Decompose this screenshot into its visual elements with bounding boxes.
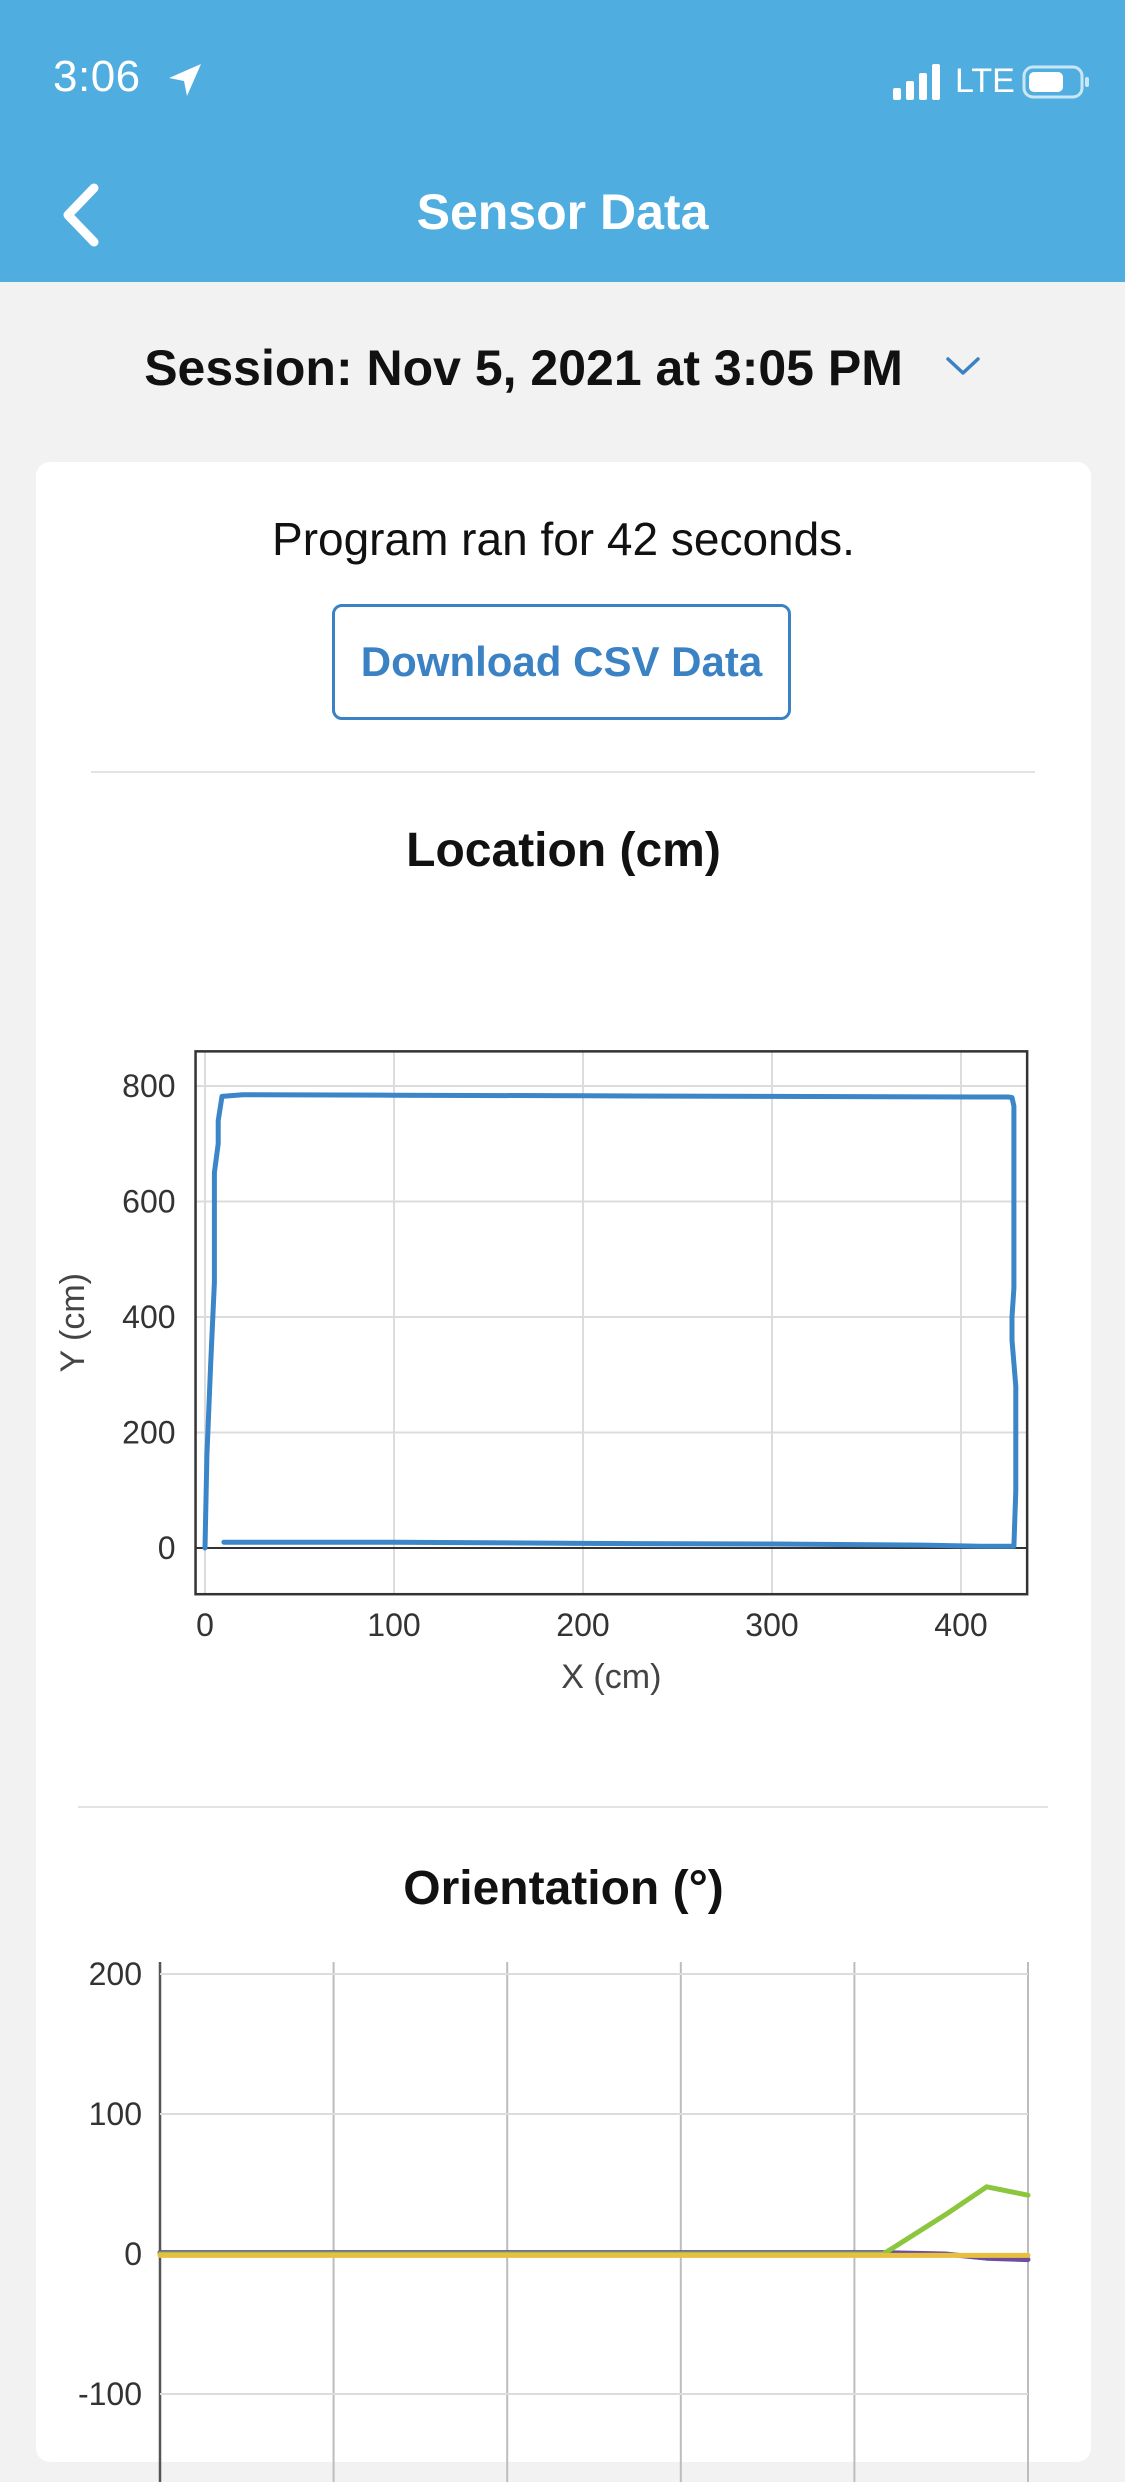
cellular-signal-icon bbox=[893, 64, 940, 100]
y-tick-label: 600 bbox=[122, 1184, 175, 1220]
y-tick-label: 200 bbox=[89, 1962, 142, 1992]
y-tick-label: -100 bbox=[78, 2376, 142, 2412]
y-tick-label: 400 bbox=[122, 1299, 175, 1335]
page-title: Sensor Data bbox=[416, 184, 709, 240]
battery-icon bbox=[1022, 65, 1089, 99]
location-chart: 0 100 200 300 400 0 200 400 600 800 X (cm) Y (cm) bbox=[54, 1050, 1029, 1696]
y-tick-label: 0 bbox=[124, 2236, 142, 2272]
location-chart-title: Location (cm) bbox=[406, 824, 721, 877]
x-tick-label: 400 bbox=[934, 1607, 987, 1643]
status-time: 3:06 bbox=[53, 52, 141, 101]
location-y-axis-label: Y (cm) bbox=[54, 1273, 92, 1372]
location-grid bbox=[195, 1051, 1028, 1595]
location-series bbox=[202, 1092, 1019, 1551]
orientation-axes: -100 0 100 200 bbox=[78, 1962, 142, 2412]
y-tick-label: 100 bbox=[89, 2096, 142, 2132]
app-header: 3:06 LTE Sensor Data bbox=[0, 0, 1125, 282]
orientation-chart-title: Orientation (°) bbox=[403, 1862, 724, 1915]
location-axes: 0 100 200 300 400 0 200 400 600 800 bbox=[122, 1050, 1029, 1643]
divider bbox=[91, 771, 1035, 773]
plot-frame bbox=[194, 1050, 1029, 1596]
location-path-line bbox=[202, 1092, 1019, 1551]
x-tick-label: 200 bbox=[556, 1607, 609, 1643]
session-label: Session: Nov 5, 2021 at 3:05 PM bbox=[144, 340, 903, 396]
x-tick-label: 100 bbox=[367, 1607, 420, 1643]
location-arrow-icon bbox=[169, 64, 201, 96]
download-csv-button[interactable]: Download CSV Data bbox=[332, 604, 791, 720]
y-tick-label: 200 bbox=[122, 1415, 175, 1451]
orientation-grid bbox=[158, 1962, 1029, 2482]
x-tick-label: 0 bbox=[196, 1607, 214, 1643]
y-tick-label: 800 bbox=[122, 1068, 175, 1104]
y-tick-label: 0 bbox=[158, 1530, 176, 1566]
orientation-series-line-2 bbox=[157, 2184, 1031, 2257]
run-duration-text: Program ran for 42 seconds. bbox=[272, 513, 855, 565]
session-selector[interactable]: Session: Nov 5, 2021 at 3:05 PM bbox=[0, 339, 1125, 397]
x-tick-label: 300 bbox=[745, 1607, 798, 1643]
orientation-series bbox=[157, 2184, 1031, 2263]
network-type: LTE bbox=[955, 62, 1015, 100]
sensor-data-card: Program ran for 42 seconds. Download CSV… bbox=[36, 462, 1091, 2482]
orientation-chart: -100 0 100 200 bbox=[78, 1962, 1031, 2482]
divider bbox=[78, 1806, 1048, 1808]
chevron-down-icon bbox=[946, 357, 980, 375]
location-x-axis-label: X (cm) bbox=[561, 1658, 661, 1696]
